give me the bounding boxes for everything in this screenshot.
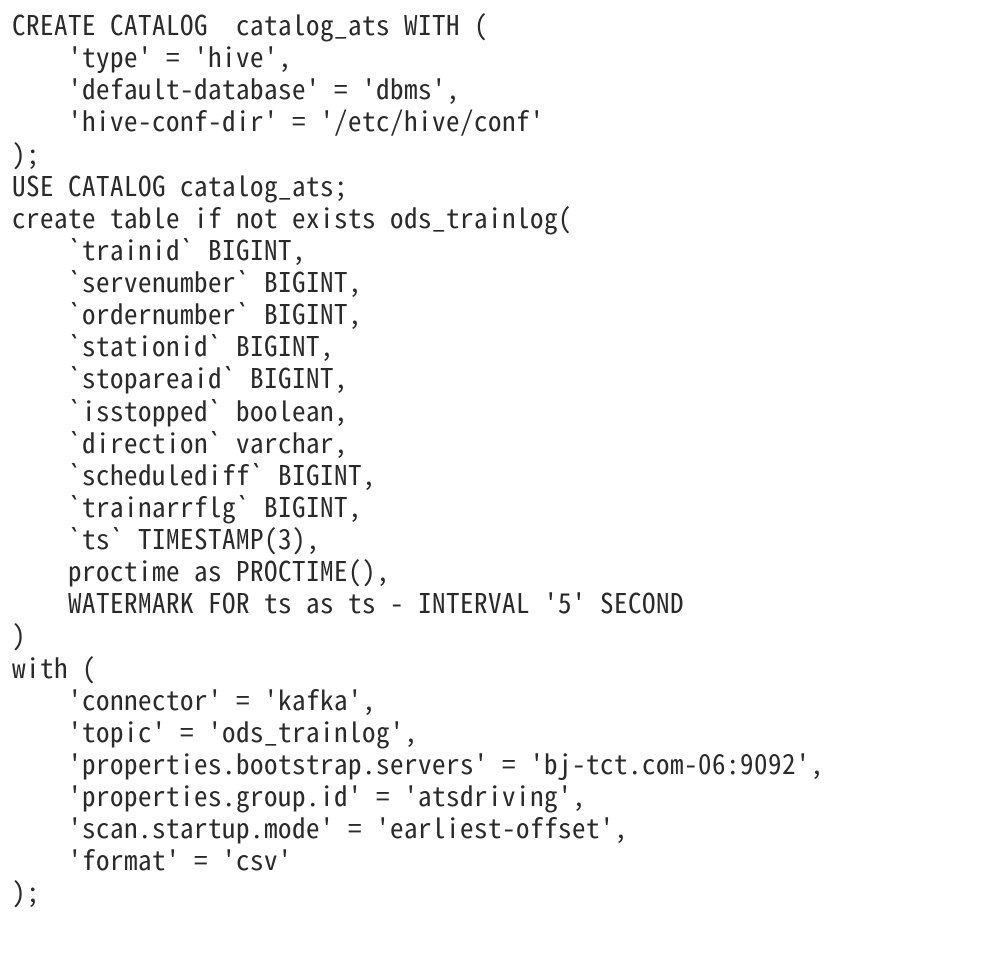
sql-code-block: CREATE CATALOG catalog_ats WITH ( 'type'… [0,0,1000,916]
